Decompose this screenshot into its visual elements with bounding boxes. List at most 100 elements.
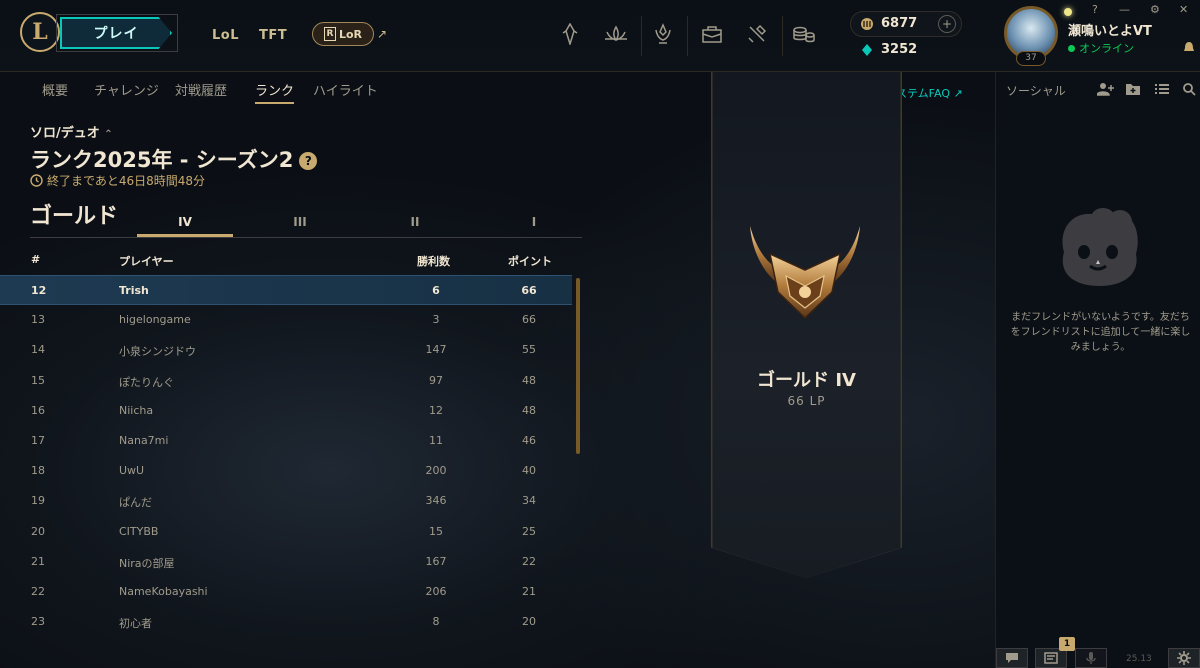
- tab-highlights[interactable]: ハイライト: [313, 80, 378, 99]
- social-title: ソーシャル: [1006, 84, 1066, 98]
- chevron-updown-icon: ⌃: [104, 129, 113, 140]
- table-row[interactable]: 15 ぽたりんぐ 97 48: [0, 366, 572, 396]
- column-header-player: プレイヤー: [119, 255, 174, 268]
- division-tab-ii[interactable]: II: [367, 215, 463, 237]
- points-cell: 48: [522, 403, 536, 417]
- division-tab-iii[interactable]: III: [252, 215, 348, 237]
- table-scrollbar[interactable]: [576, 278, 580, 454]
- rank-lp: 66 LP: [787, 394, 826, 408]
- minimize-icon[interactable]: —: [1119, 3, 1130, 16]
- bottom-settings-button[interactable]: [1168, 648, 1200, 668]
- column-header-rank: #: [31, 253, 41, 266]
- friend-request-icon[interactable]: [1183, 40, 1195, 59]
- table-row[interactable]: 18 UwU 200 40: [0, 456, 572, 486]
- wins-cell: 206: [425, 585, 447, 598]
- division-tab-i[interactable]: I: [486, 215, 582, 237]
- time-left-text: 終了まであと46日8時間48分: [47, 174, 206, 188]
- table-row[interactable]: 19 ぱんだ 346 34: [0, 486, 572, 516]
- player-cell: Niicha: [119, 403, 154, 417]
- points-cell: 46: [522, 434, 536, 447]
- wins-cell: 11: [429, 434, 443, 447]
- points-cell: 40: [522, 464, 536, 478]
- queue-selector[interactable]: ソロ/デュオ ⌃: [30, 122, 113, 141]
- crystal-icon[interactable]: [556, 20, 584, 48]
- online-status[interactable]: オンライン: [1068, 40, 1134, 56]
- division-tab-iv[interactable]: IV: [137, 215, 233, 237]
- poro-icon: [1052, 202, 1144, 294]
- coins-icon[interactable]: [790, 20, 818, 48]
- help-icon[interactable]: ?: [1092, 3, 1098, 16]
- tab-match-history[interactable]: 対戦履歴: [175, 80, 227, 99]
- wins-cell: 167: [425, 554, 447, 568]
- table-row[interactable]: 16 Niicha 12 48: [0, 396, 572, 426]
- table-row[interactable]: 12 Trish 6 66: [0, 275, 572, 305]
- tab-challenges[interactable]: チャレンジ: [94, 80, 159, 99]
- table-row[interactable]: 22 NameKobayashi 206 21: [0, 577, 572, 607]
- status-label: オンライン: [1079, 42, 1134, 55]
- player-cell: Niraの部屋: [119, 556, 175, 570]
- status-dot: [1068, 45, 1075, 52]
- rank-cell: 15: [31, 373, 45, 387]
- player-cell: ぱんだ: [119, 496, 152, 510]
- rank-name: ゴールド IV: [757, 370, 856, 391]
- external-link-icon: ↗: [377, 27, 388, 41]
- points-cell: 55: [522, 343, 536, 357]
- list-icon[interactable]: [1153, 80, 1171, 98]
- lor-button[interactable]: R LoR: [312, 22, 374, 46]
- crafting-icon[interactable]: [743, 20, 771, 48]
- league-logo[interactable]: L: [20, 12, 60, 52]
- queue-label: ソロ/デュオ: [30, 126, 100, 141]
- lotus-icon[interactable]: [602, 20, 630, 48]
- table-row[interactable]: 14 小泉シンジドウ 147 55: [0, 335, 572, 365]
- help-icon[interactable]: ?: [299, 152, 318, 170]
- tab-overview[interactable]: 概要: [42, 80, 68, 99]
- add-rp-button[interactable]: +: [938, 15, 956, 33]
- wins-cell: 8: [432, 615, 440, 629]
- notifications-button[interactable]: [1035, 648, 1067, 668]
- settings-icon[interactable]: ⚙: [1150, 3, 1160, 16]
- champions-icon[interactable]: [649, 20, 677, 48]
- table-row[interactable]: 13 higelongame 3 66: [0, 305, 572, 335]
- chat-button[interactable]: [996, 648, 1028, 668]
- gold-emblem-icon: [740, 214, 870, 328]
- social-panel: ソーシャル まだフレンドがいないようです。友だちをフレンドリストに追加して一緒に…: [995, 72, 1200, 668]
- rank-cell: 14: [31, 343, 45, 357]
- tab-tft[interactable]: TFT: [259, 28, 287, 43]
- wins-cell: 346: [425, 494, 447, 508]
- store-icon[interactable]: [698, 20, 726, 48]
- play-button[interactable]: プレイ: [60, 17, 172, 49]
- blue-essence-icon: [860, 42, 874, 61]
- table-row[interactable]: 20 CITYBB 15 25: [0, 517, 572, 547]
- division-divider: [30, 237, 582, 238]
- wins-cell: 3: [432, 313, 440, 327]
- add-friend-icon[interactable]: [1097, 80, 1115, 98]
- rank-cell: 19: [31, 494, 45, 508]
- close-icon[interactable]: ✕: [1179, 3, 1188, 16]
- be-amount: 3252: [881, 42, 918, 57]
- tab-ranked[interactable]: ランク: [255, 80, 295, 104]
- notification-dot: [1064, 8, 1072, 16]
- wins-cell: 97: [429, 373, 443, 387]
- top-bar: L プレイ LoL TFT R LoR ↗ 6877 + 3252 37 瀬鳴い…: [0, 0, 1200, 72]
- tab-lol[interactable]: LoL: [212, 28, 239, 43]
- search-icon[interactable]: [1180, 80, 1198, 98]
- client-version: 25.13: [1126, 654, 1152, 664]
- column-header-wins: 勝利数: [417, 255, 450, 268]
- points-cell: 34: [522, 494, 536, 508]
- table-row[interactable]: 23 初心者 8 20: [0, 607, 572, 637]
- rank-cell: 23: [31, 615, 45, 629]
- player-cell: Trish: [119, 284, 149, 297]
- player-cell: UwU: [119, 464, 145, 478]
- summoner-name[interactable]: 瀬鳴いとよVT: [1068, 20, 1152, 39]
- points-cell: 66: [521, 284, 537, 297]
- table-row[interactable]: 17 Nana7mi 11 46: [0, 426, 572, 456]
- voice-button[interactable]: [1075, 648, 1107, 668]
- notification-count-badge: 1: [1059, 637, 1075, 651]
- player-cell: CITYBB: [119, 524, 159, 538]
- lor-icon: R: [323, 27, 336, 41]
- table-row[interactable]: 21 Niraの部屋 167 22: [0, 547, 572, 577]
- wins-cell: 15: [429, 524, 443, 538]
- add-folder-icon[interactable]: [1124, 80, 1142, 98]
- season-time-left: 終了まであと46日8時間48分: [30, 172, 205, 189]
- points-cell: 66: [522, 313, 536, 327]
